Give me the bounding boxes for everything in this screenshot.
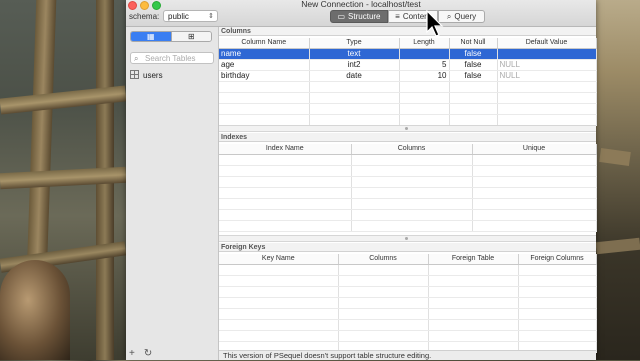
search-icon: ⌕ (446, 12, 452, 21)
columns-section-title: Columns (219, 27, 596, 36)
split-divider[interactable] (219, 125, 596, 132)
empty-row (219, 286, 597, 298)
column-header[interactable]: Column Name (219, 38, 310, 49)
empty-row (219, 114, 597, 126)
app-window: New Connection - localhost/test schema: … (126, 0, 597, 360)
tab-query[interactable]: ⌕ Query (438, 10, 485, 23)
sidebar-item-label: users (143, 71, 163, 80)
cell[interactable]: 5 (399, 59, 450, 71)
tab-query-label: Query (454, 12, 477, 21)
column-header[interactable]: Key Name (219, 254, 339, 265)
cell[interactable]: false (449, 59, 498, 71)
empty-row (219, 319, 597, 331)
column-header[interactable]: Unique (472, 144, 597, 155)
foreign-keys-section-title: Foreign Keys (219, 243, 596, 252)
cell[interactable] (399, 48, 450, 60)
indexes-section-title: Indexes (219, 133, 596, 142)
background-painting-right (596, 0, 640, 360)
structure-panel: Columns Column Name Type Length Not Null… (219, 27, 597, 360)
empty-row (219, 81, 597, 93)
search-icon: ⌕ (134, 54, 139, 63)
cell[interactable]: birthday (219, 70, 310, 82)
book-view-toggle[interactable]: ⊞ (170, 32, 211, 41)
sidebar: ▦ ⊞ ⌕ Search Tables users + ↻ (126, 27, 219, 360)
indexes-header-row: Index Name Columns Unique (219, 144, 597, 155)
list-icon: ≡ (395, 12, 400, 21)
tab-structure-label: Structure (348, 12, 381, 21)
schema-select[interactable]: public ⇕ (163, 10, 218, 22)
table-view-toggle[interactable]: ▦ (131, 32, 171, 41)
add-icon[interactable]: + (129, 348, 135, 359)
cell[interactable]: false (449, 70, 498, 82)
cell[interactable]: age (219, 59, 310, 71)
cell[interactable]: int2 (309, 59, 400, 71)
table-row[interactable]: age int2 5 false NULL (219, 59, 597, 71)
table-row[interactable]: name text false (219, 48, 597, 60)
cell[interactable]: NULL (497, 59, 597, 71)
status-message: This version of PSequel doesn't support … (219, 350, 596, 360)
cell[interactable]: NULL (497, 70, 597, 82)
search-placeholder: Search Tables (145, 54, 196, 63)
column-header[interactable]: Not Null (449, 38, 498, 49)
column-header[interactable]: Length (399, 38, 450, 49)
columns-table: Column Name Type Length Not Null Default… (219, 38, 597, 126)
structure-icon: ▭ (337, 12, 346, 21)
column-header[interactable]: Columns (351, 144, 473, 155)
empty-row (219, 297, 597, 309)
sidebar-view-toggle: ▦ ⊞ (130, 31, 212, 42)
empty-row (219, 330, 597, 342)
window-title: New Connection - localhost/test (301, 0, 421, 9)
sidebar-footer: + ↻ (129, 348, 161, 359)
column-header[interactable]: Default Value (497, 38, 597, 49)
split-divider[interactable] (219, 235, 596, 242)
empty-row (219, 103, 597, 115)
empty-row (219, 308, 597, 320)
background-painting-left (0, 0, 126, 360)
empty-row (219, 275, 597, 287)
foreign-keys-header-row: Key Name Columns Foreign Table Foreign C… (219, 254, 597, 265)
empty-row (219, 198, 597, 210)
empty-row (219, 187, 597, 199)
cell[interactable]: date (309, 70, 400, 82)
empty-row (219, 92, 597, 104)
foreign-keys-table: Key Name Columns Foreign Table Foreign C… (219, 254, 597, 353)
empty-row (219, 165, 597, 177)
column-header[interactable]: Foreign Table (428, 254, 519, 265)
columns-header-row: Column Name Type Length Not Null Default… (219, 38, 597, 49)
refresh-icon[interactable]: ↻ (144, 348, 152, 359)
titlebar: New Connection - localhost/test schema: … (126, 0, 596, 27)
schema-label: schema: (129, 12, 160, 21)
column-header[interactable]: Type (309, 38, 400, 49)
cell[interactable] (497, 48, 597, 60)
empty-row (219, 220, 597, 232)
table-row[interactable]: birthday date 10 false NULL (219, 70, 597, 82)
column-header[interactable]: Columns (338, 254, 429, 265)
empty-row (219, 209, 597, 221)
empty-row (219, 176, 597, 188)
chevron-updown-icon: ⇕ (208, 13, 214, 20)
sidebar-item-users[interactable]: users (130, 70, 163, 80)
cell[interactable]: false (449, 48, 498, 60)
indexes-table: Index Name Columns Unique (219, 144, 597, 232)
cell[interactable]: text (309, 48, 400, 60)
table-icon (130, 70, 139, 79)
cell[interactable]: name (219, 48, 310, 60)
column-header[interactable]: Index Name (219, 144, 352, 155)
schema-value: public (168, 12, 189, 21)
cell[interactable]: 10 (399, 70, 450, 82)
tab-structure[interactable]: ▭ Structure (330, 10, 388, 23)
empty-row (219, 154, 597, 166)
search-tables-input[interactable]: ⌕ Search Tables (130, 52, 214, 64)
empty-row (219, 264, 597, 276)
column-header[interactable]: Foreign Columns (518, 254, 597, 265)
mouse-pointer-icon (426, 10, 444, 37)
